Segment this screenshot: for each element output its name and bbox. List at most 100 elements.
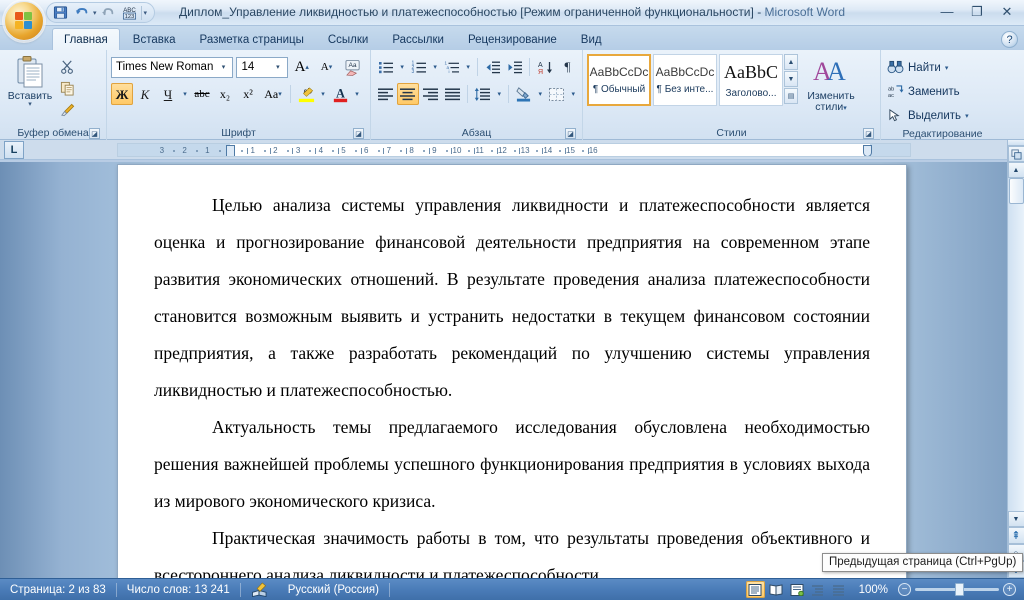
proofing-status-button[interactable] <box>241 579 278 600</box>
superscript-button[interactable]: x² <box>237 83 259 105</box>
styles-dialog-launcher[interactable]: ◪ <box>863 128 874 139</box>
highlight-dropdown-icon[interactable]: ▾ <box>318 90 328 98</box>
clear-formatting-button[interactable]: Aa <box>340 56 366 78</box>
align-right-button[interactable] <box>420 83 441 105</box>
font-dialog-launcher[interactable]: ◪ <box>353 128 364 139</box>
paste-dropdown-icon[interactable]: ▾ <box>28 101 32 108</box>
numbering-button[interactable]: 1 2 3 <box>408 56 429 78</box>
minimize-button[interactable]: — <box>932 1 962 22</box>
paste-button[interactable]: Вставить ▾ <box>4 53 56 125</box>
font-name-combobox[interactable]: Times New Roman ▾ <box>111 56 234 78</box>
view-web-layout-button[interactable] <box>788 581 807 598</box>
shading-button[interactable] <box>513 83 534 105</box>
office-button[interactable] <box>4 1 44 41</box>
text-highlight-button[interactable]: ab <box>295 83 317 105</box>
italic-button[interactable]: К <box>134 83 156 105</box>
zoom-slider-thumb[interactable] <box>955 583 965 596</box>
scroll-up-button[interactable]: ▲ <box>1007 162 1024 178</box>
paragraph-1[interactable]: Целью анализа системы управления ликвидн… <box>154 187 870 409</box>
font-color-dropdown-icon[interactable]: ▾ <box>352 90 362 98</box>
tab-review[interactable]: Рецензирование <box>457 29 568 50</box>
horizontal-ruler[interactable]: 3 2 1 1 2 3 4 5 6 7 8 9 10 11 12 13 14 15 16 <box>117 143 911 157</box>
zoom-level-label[interactable]: 100% <box>851 584 896 596</box>
shrink-font-button[interactable]: A ▾ <box>316 56 338 78</box>
bullets-button[interactable] <box>375 56 396 78</box>
underline-button[interactable]: Ч <box>157 83 179 105</box>
bold-button[interactable]: Ж <box>111 83 133 105</box>
line-spacing-button[interactable] <box>472 83 493 105</box>
show-formatting-marks-button[interactable]: ¶ <box>557 56 578 78</box>
cut-button[interactable] <box>56 56 78 77</box>
zoom-slider[interactable]: − + <box>898 583 1016 596</box>
chevron-down-icon[interactable]: ▾ <box>271 63 285 71</box>
numbering-dropdown-icon[interactable]: ▾ <box>430 63 440 71</box>
replace-button[interactable]: ab ac Заменить <box>885 80 1000 103</box>
restore-button[interactable]: ❐ <box>962 1 992 22</box>
chevron-down-icon[interactable]: ▾ <box>216 63 230 71</box>
first-line-indent-marker[interactable] <box>226 145 235 156</box>
right-indent-marker[interactable] <box>863 145 872 156</box>
copy-button[interactable] <box>56 78 78 99</box>
tab-references[interactable]: Ссылки <box>317 29 380 50</box>
zoom-out-button[interactable]: − <box>898 583 911 596</box>
align-justify-button[interactable] <box>442 83 463 105</box>
bullets-dropdown-icon[interactable]: ▾ <box>397 63 407 71</box>
scroll-thumb[interactable] <box>1008 178 1024 204</box>
find-dropdown-icon[interactable]: ▾ <box>945 64 949 72</box>
select-browse-object-top-icon[interactable] <box>1007 146 1024 162</box>
style-item-normal[interactable]: AaBbCcDc ¶ Обычный <box>587 54 651 106</box>
styles-scroll-up-button[interactable]: ▲ <box>784 54 798 70</box>
close-button[interactable]: ✕ <box>992 1 1022 22</box>
multilevel-list-button[interactable]: 1 a i <box>441 56 462 78</box>
status-word-count[interactable]: Число слов: 13 241 <box>117 579 240 600</box>
paragraph-dialog-launcher[interactable]: ◪ <box>565 128 576 139</box>
view-print-layout-button[interactable] <box>745 581 765 598</box>
document-page[interactable]: Целью анализа системы управления ликвидн… <box>117 164 907 578</box>
style-item-heading[interactable]: AaBbC Заголово... <box>719 54 783 106</box>
font-size-combobox[interactable]: 14 ▾ <box>236 56 288 78</box>
view-outline-button[interactable] <box>809 581 828 598</box>
status-page-number[interactable]: Страница: 2 из 83 <box>0 579 116 600</box>
scroll-track[interactable] <box>1007 178 1024 511</box>
format-painter-button[interactable] <box>56 100 78 121</box>
tab-view[interactable]: Вид <box>570 29 613 50</box>
paragraph-3[interactable]: Практическая значимость работы в том, чт… <box>154 520 870 578</box>
tab-page-layout[interactable]: Разметка страницы <box>189 29 315 50</box>
underline-dropdown-icon[interactable]: ▾ <box>180 90 190 98</box>
borders-button[interactable] <box>546 83 567 105</box>
previous-page-button[interactable]: ⇞ <box>1007 527 1024 544</box>
select-dropdown-icon[interactable]: ▾ <box>965 112 969 120</box>
status-language[interactable]: Русский (Россия) <box>278 579 389 600</box>
change-styles-button[interactable]: A A Изменить стили▾ <box>798 53 864 114</box>
clipboard-dialog-launcher[interactable]: ◪ <box>89 128 100 139</box>
borders-dropdown-icon[interactable]: ▾ <box>568 90 578 98</box>
tab-insert[interactable]: Вставка <box>122 29 187 50</box>
multilevel-dropdown-icon[interactable]: ▾ <box>463 63 473 71</box>
change-case-button[interactable]: Aa ▾ <box>260 83 286 105</box>
styles-more-button[interactable]: ▤ <box>784 88 798 104</box>
line-spacing-dropdown-icon[interactable]: ▾ <box>494 90 504 98</box>
document-canvas[interactable]: Целью анализа системы управления ликвидн… <box>0 162 1024 578</box>
decrease-indent-button[interactable] <box>482 56 503 78</box>
scroll-down-button[interactable]: ▼ <box>1007 511 1024 527</box>
vertical-scrollbar[interactable]: ▲ ▼ ⇞ ○ ⇟ <box>1007 140 1024 578</box>
sort-button[interactable]: A Я <box>534 56 555 78</box>
shading-dropdown-icon[interactable]: ▾ <box>535 90 545 98</box>
font-color-button[interactable]: A <box>329 83 351 105</box>
style-item-no-spacing[interactable]: AaBbCcDc ¶ Без инте... <box>653 54 717 106</box>
styles-scroll-down-button[interactable]: ▼ <box>784 71 798 87</box>
subscript-button[interactable]: x₂ <box>214 83 236 105</box>
change-styles-dropdown-icon[interactable]: ▾ <box>843 105 847 112</box>
view-full-screen-reading-button[interactable] <box>767 581 786 598</box>
strikethrough-button[interactable]: abc <box>191 83 213 105</box>
tab-stop-selector[interactable]: L <box>4 140 24 159</box>
help-icon[interactable]: ? <box>1001 31 1018 48</box>
increase-indent-button[interactable] <box>504 56 525 78</box>
align-center-button[interactable] <box>397 83 419 105</box>
align-left-button[interactable] <box>375 83 396 105</box>
paragraph-2[interactable]: Актуальность темы предлагаемого исследов… <box>154 409 870 520</box>
tab-mailings[interactable]: Рассылки <box>381 29 455 50</box>
view-draft-button[interactable] <box>830 581 849 598</box>
grow-font-button[interactable]: A ▴ <box>291 56 313 78</box>
zoom-in-button[interactable]: + <box>1003 583 1016 596</box>
